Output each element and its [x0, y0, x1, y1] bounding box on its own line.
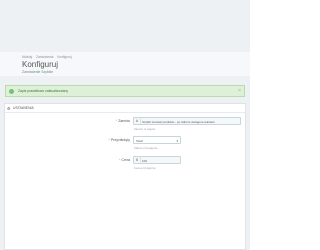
required-marker: * [115, 119, 118, 123]
breadcrumb-item[interactable]: Moduły [22, 55, 32, 59]
input-addon: A [134, 118, 141, 124]
chevron-down-icon: ▾ [176, 138, 178, 143]
page: Moduły Zamówienia Konfiguruj Konfiguruj … [0, 0, 250, 250]
field-label: * Przyciśnięty [108, 138, 130, 142]
check-circle-icon [9, 89, 14, 94]
field-help: Zamów w zajęcie [134, 126, 156, 131]
select-value: Tekst [136, 138, 144, 143]
field-help: Cena przystępnie [134, 165, 156, 170]
settings-panel: ⚙ Ustawienia * Zamów A Szybki zamówi pro… [4, 103, 246, 250]
input-value: Szybki zamówi produktu - po dobrze dostę… [142, 119, 215, 124]
alert-text: Zapis prawidłowo zaktualizowany [18, 89, 69, 94]
field-label: * Zamów [115, 119, 130, 123]
field-label: * Cena [119, 158, 130, 162]
button-type-select[interactable]: Tekst ▾ [133, 136, 181, 144]
panel-heading-text: Ustawienia [13, 106, 34, 111]
input-value: 100 [142, 158, 148, 163]
breadcrumb-item[interactable]: Zamówienia [36, 55, 53, 59]
order-text-input[interactable]: A Szybki zamówi produktu - po dobrze dos… [133, 117, 241, 125]
price-input[interactable]: $ 100 [133, 156, 181, 164]
breadcrumb: Moduły Zamówienia Konfiguruj [22, 55, 75, 59]
panel-heading: ⚙ Ustawienia [5, 104, 245, 113]
field-help: Zakres przystępnie [134, 145, 158, 150]
close-icon[interactable]: × [238, 88, 241, 94]
page-subtitle: Zamówienie Szybkie [22, 70, 54, 74]
required-marker: * [108, 138, 110, 142]
breadcrumb-item[interactable]: Konfiguruj [57, 55, 71, 59]
success-alert: Zapis prawidłowo zaktualizowany × [5, 85, 245, 97]
cog-icon: ⚙ [7, 105, 11, 111]
currency-addon: $ [134, 157, 141, 163]
page-title: Konfiguruj [22, 60, 59, 69]
